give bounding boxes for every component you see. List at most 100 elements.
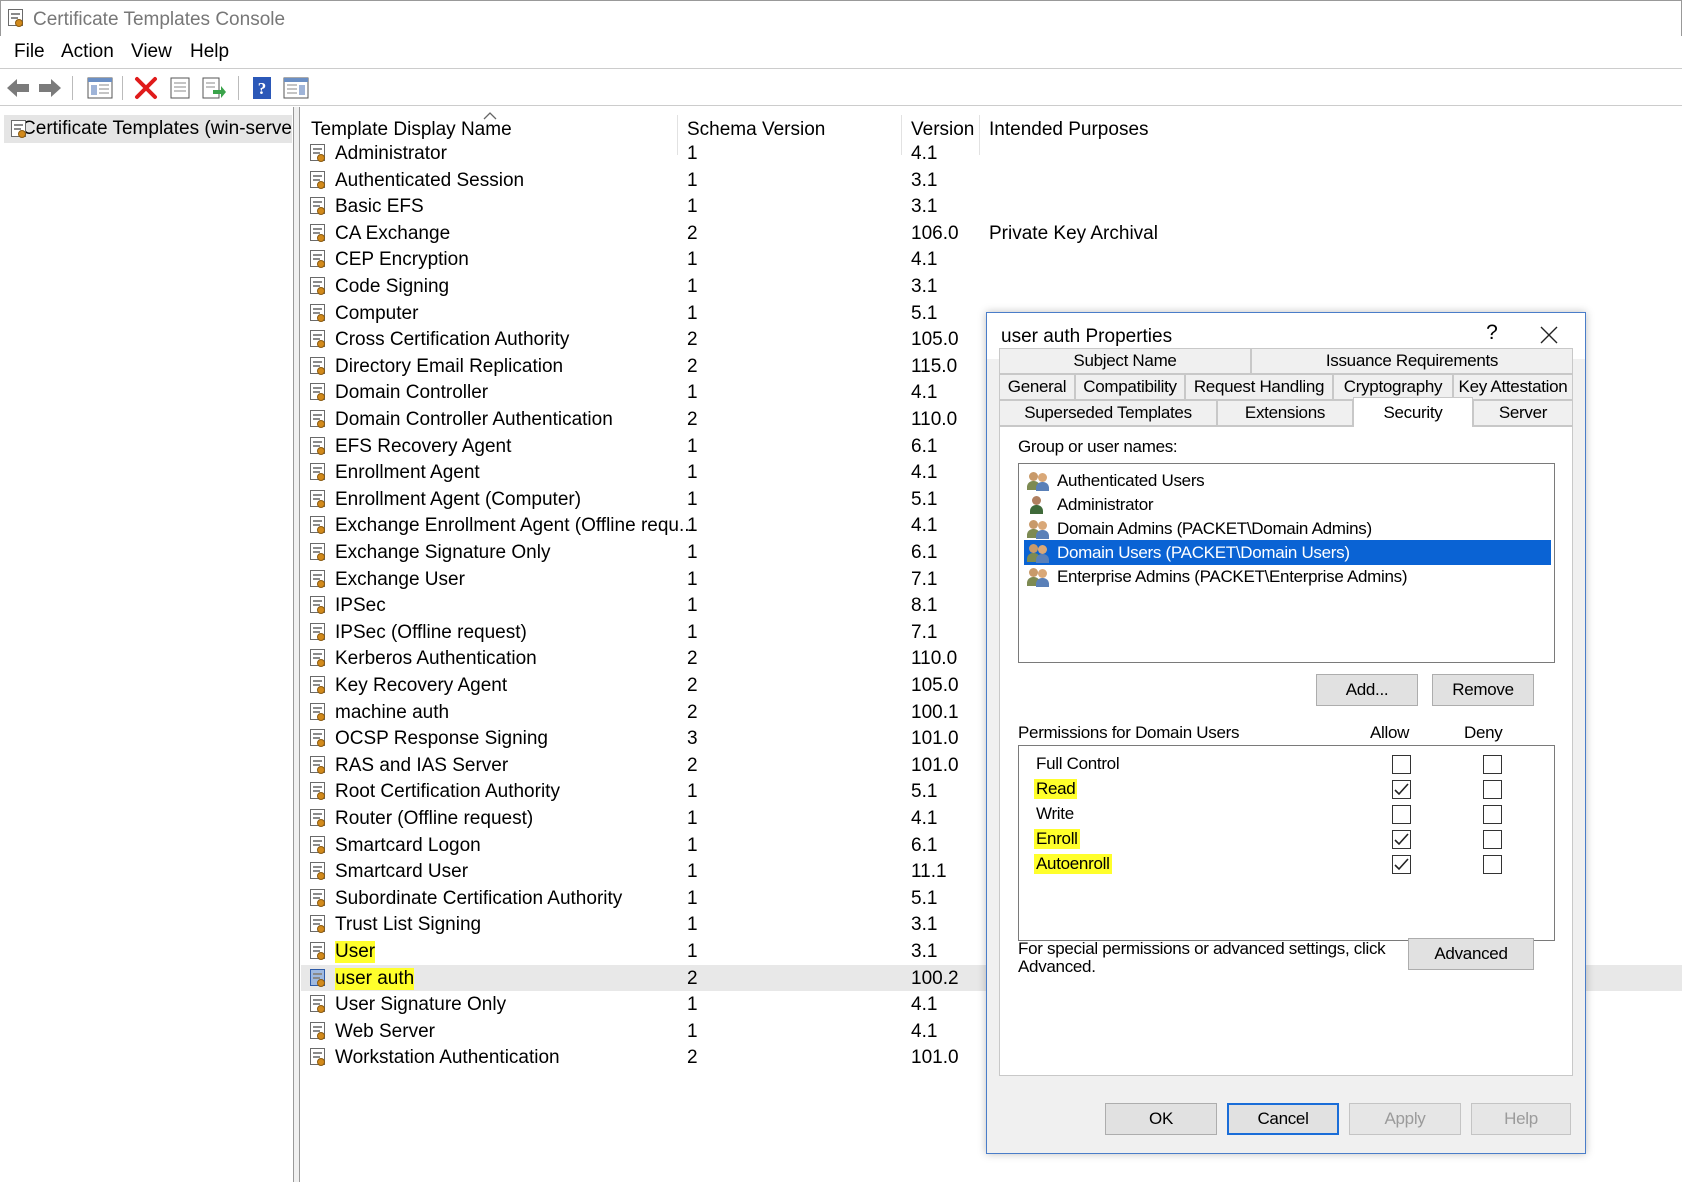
tab-general[interactable]: General [999, 374, 1075, 400]
deny-column-label: Deny [1464, 723, 1503, 742]
template-name-cell: Code Signing [335, 276, 450, 297]
tab-subject-name[interactable]: Subject Name [999, 348, 1251, 374]
permission-row: Full Control [1019, 751, 1554, 778]
menu-view[interactable]: View [127, 41, 176, 63]
table-row[interactable]: CEP Encryption 1 4.1 [301, 246, 1682, 273]
version-cell: 105.0 [911, 675, 959, 696]
schema-version-cell: 1 [687, 196, 698, 218]
template-name-cell: Trust List Signing [335, 914, 482, 936]
version-cell: 3.1 [911, 914, 938, 936]
user-list-item[interactable]: Domain Admins (PACKET\Domain Admins) [1024, 516, 1551, 541]
table-row[interactable]: CA Exchange 2 106.0 Private Key Archival [301, 220, 1682, 247]
ok-button[interactable]: OK [1105, 1103, 1217, 1135]
user-list-item-label: Domain Users (PACKET\Domain Users) [1057, 542, 1350, 562]
version-cell: 7.1 [911, 568, 938, 590]
column-header-schema-version[interactable]: Schema Version [687, 119, 825, 141]
user-list-item[interactable]: Enterprise Admins (PACKET\Enterprise Adm… [1024, 564, 1551, 589]
schema-version-cell: 1 [687, 302, 698, 324]
permission-name: Full Control [1036, 754, 1120, 773]
user-list-item-label: Authenticated Users [1057, 470, 1205, 490]
schema-version-cell: 1 [687, 515, 698, 537]
template-name-cell: RAS and IAS Server [335, 754, 509, 776]
show-hide-action-pane-icon[interactable] [282, 74, 310, 102]
version-cell: 110.0 [911, 648, 958, 670]
add-button[interactable]: Add... [1316, 674, 1418, 706]
template-name-cell: Smartcard Logon [335, 834, 481, 856]
deny-checkbox[interactable] [1483, 805, 1502, 824]
allow-checkbox[interactable] [1392, 830, 1411, 849]
table-row[interactable]: Code Signing 1 3.1 [301, 273, 1682, 300]
tree-item-certificate-templates[interactable]: Certificate Templates (win-serve [4, 115, 292, 143]
template-name-cell: Web Server [335, 1020, 435, 1042]
user-list-item[interactable]: Authenticated Users [1024, 468, 1551, 493]
close-icon[interactable] [1531, 319, 1567, 351]
tab-security[interactable]: Security [1353, 397, 1473, 427]
dialog-help-button[interactable]: ? [1477, 321, 1507, 345]
version-cell: 6.1 [911, 542, 938, 563]
version-cell: 106.0 [911, 222, 959, 244]
deny-checkbox[interactable] [1483, 830, 1502, 849]
allow-checkbox[interactable] [1392, 855, 1411, 874]
menu-action[interactable]: Action [57, 41, 118, 63]
remove-button[interactable]: Remove [1432, 674, 1534, 706]
template-name-cell: Router (Offline request) [335, 808, 534, 829]
deny-checkbox[interactable] [1483, 755, 1502, 774]
version-cell: 101.0 [911, 754, 959, 776]
user-list-item[interactable]: Administrator [1024, 492, 1551, 517]
tab-request-handling[interactable]: Request Handling [1185, 374, 1333, 400]
certificate-template-icon [309, 675, 327, 695]
schema-version-cell: 1 [687, 488, 698, 510]
menu-file[interactable]: File [10, 41, 49, 63]
certificate-template-icon [309, 462, 327, 482]
group-or-user-list[interactable]: Authenticated Users Administrator Domain A… [1018, 463, 1555, 663]
help-button[interactable]: Help [1471, 1103, 1571, 1135]
tab-superseded-templates[interactable]: Superseded Templates [999, 400, 1217, 426]
cancel-button[interactable]: Cancel [1227, 1103, 1339, 1135]
advanced-button[interactable]: Advanced [1408, 938, 1534, 970]
back-arrow-icon[interactable] [4, 74, 32, 102]
user-list-item[interactable]: Domain Users (PACKET\Domain Users) [1024, 540, 1551, 565]
template-name-cell: IPSec [335, 595, 386, 617]
help-icon[interactable]: ? [248, 74, 276, 102]
schema-version-cell: 3 [687, 728, 698, 750]
schema-version-cell: 1 [687, 887, 698, 909]
tab-compatibility[interactable]: Compatibility [1075, 374, 1185, 400]
table-row[interactable]: Administrator 1 4.1 [301, 140, 1682, 167]
column-header-template-display-name[interactable]: Template Display Name [311, 119, 512, 141]
allow-checkbox[interactable] [1392, 755, 1411, 774]
export-list-icon[interactable] [200, 74, 228, 102]
menu-help[interactable]: Help [186, 41, 233, 63]
properties-icon[interactable] [166, 74, 194, 102]
certificate-template-icon [309, 835, 327, 855]
schema-version-cell: 2 [687, 409, 698, 430]
template-name-cell: OCSP Response Signing [335, 728, 548, 750]
pane-splitter[interactable] [294, 107, 300, 1182]
deny-checkbox[interactable] [1483, 855, 1502, 874]
template-name-cell: Directory Email Replication [335, 355, 564, 377]
version-cell: 4.1 [911, 382, 938, 404]
column-header-intended-purposes[interactable]: Intended Purposes [989, 119, 1149, 141]
version-cell: 5.1 [911, 302, 938, 324]
version-cell: 4.1 [911, 462, 938, 484]
schema-version-cell: 2 [687, 701, 698, 723]
table-row[interactable]: Basic EFS 1 3.1 [301, 193, 1682, 220]
intended-purposes-cell: Private Key Archival [989, 222, 1158, 244]
tab-server[interactable]: Server [1473, 400, 1573, 426]
allow-checkbox[interactable] [1392, 805, 1411, 824]
deny-checkbox[interactable] [1483, 780, 1502, 799]
delete-icon[interactable] [132, 74, 160, 102]
apply-button[interactable]: Apply [1349, 1103, 1461, 1135]
template-name-cell: Workstation Authentication [335, 1047, 560, 1069]
tab-issuance-requirements[interactable]: Issuance Requirements [1251, 348, 1573, 374]
certificate-template-icon [309, 409, 327, 429]
column-header-version[interactable]: Version [911, 119, 974, 141]
tab-extensions[interactable]: Extensions [1217, 400, 1353, 426]
version-cell: 4.1 [911, 515, 938, 537]
certificate-template-icon [309, 861, 327, 881]
forward-arrow-icon[interactable] [36, 74, 64, 102]
template-name-cell: User [335, 941, 376, 963]
table-row[interactable]: Authenticated Session 1 3.1 [301, 167, 1682, 194]
certificate-template-icon [309, 808, 327, 828]
allow-checkbox[interactable] [1392, 780, 1411, 799]
show-hide-console-tree-icon[interactable] [86, 74, 114, 102]
